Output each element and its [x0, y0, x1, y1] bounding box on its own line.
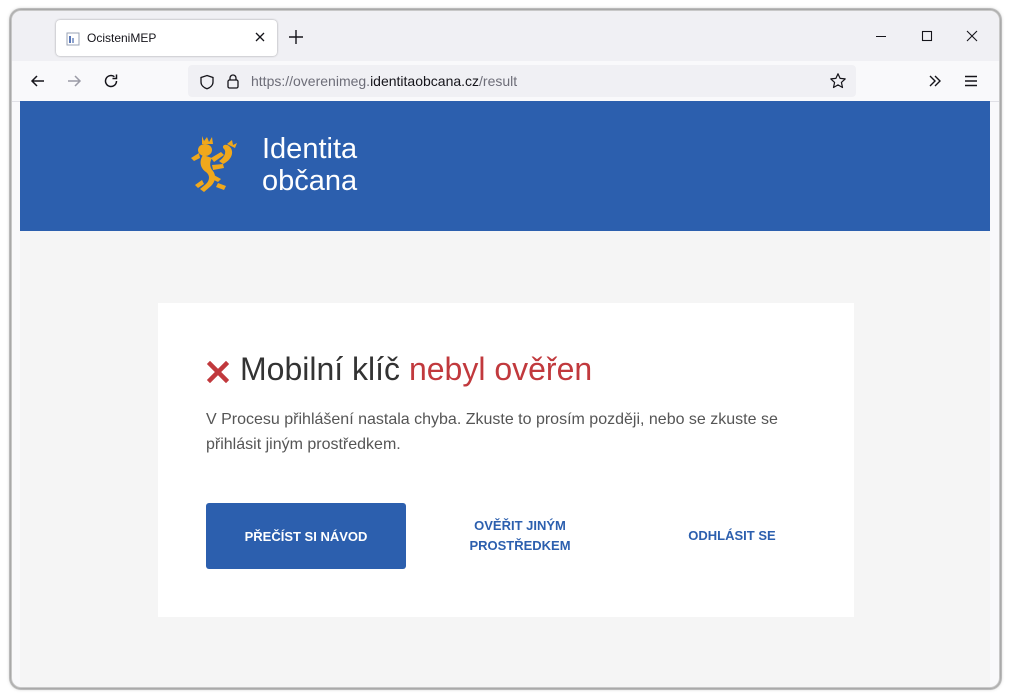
verify-other-method-button[interactable]: OVĚŘIT JINÝM PROSTŘEDKEM — [440, 503, 600, 569]
title-normal-text: Mobilní klíč — [240, 351, 401, 387]
reload-icon[interactable] — [101, 71, 121, 91]
error-description: V Procesu přihlášení nastala chyba. Zkus… — [206, 411, 778, 453]
overflow-chevrons-icon[interactable] — [925, 71, 945, 91]
tab-title: OcisteniMEP — [87, 31, 157, 45]
minimize-icon[interactable] — [872, 27, 890, 45]
read-guide-button[interactable]: PŘEČÍST SI NÁVOD — [206, 503, 406, 569]
url-host: identitaobcana.cz — [370, 73, 480, 89]
brand-name[interactable]: Identita občana — [262, 133, 357, 197]
browser-tab[interactable]: OcisteniMEP — [56, 20, 277, 56]
maximize-icon[interactable] — [918, 27, 936, 45]
error-x-icon — [207, 361, 229, 383]
close-window-icon[interactable] — [963, 27, 981, 45]
brand-line-2: občana — [262, 165, 358, 197]
navigation-toolbar: https://overenimeg.identitaobcana.cz/res… — [12, 61, 999, 102]
url-prefix: https://overenimeg. — [251, 73, 371, 89]
logout-button[interactable]: ODHLÁSIT SE — [662, 503, 802, 569]
tab-bar: OcisteniMEP — [12, 11, 999, 61]
padlock-icon[interactable] — [225, 73, 241, 89]
verify-other-line-1: OVĚŘIT JINÝM — [474, 518, 566, 533]
page-content: Identita občana Mobilní klíč nebyl ověře… — [20, 101, 990, 687]
tracking-protection-shield-icon[interactable] — [199, 74, 215, 90]
result-card: Mobilní klíč nebyl ověřen V Procesu přih… — [158, 303, 854, 617]
site-header: Identita občana — [20, 101, 990, 231]
czech-lion-logo-icon[interactable] — [188, 134, 240, 196]
page-favicon-icon — [66, 32, 80, 46]
bookmark-star-icon[interactable] — [829, 72, 847, 90]
brand-line-1: Identita — [262, 133, 358, 165]
verify-other-line-2: PROSTŘEDKEM — [469, 538, 571, 553]
address-bar[interactable]: https://overenimeg.identitaobcana.cz/res… — [188, 65, 856, 97]
back-arrow-icon[interactable] — [28, 71, 48, 91]
tab-close-icon[interactable] — [252, 29, 268, 45]
forward-arrow-icon[interactable] — [64, 71, 84, 91]
url-text[interactable]: https://overenimeg.identitaobcana.cz/res… — [251, 73, 517, 89]
title-error-text: nebyl ověřen — [408, 351, 593, 387]
hamburger-menu-icon[interactable] — [961, 71, 981, 91]
new-tab-icon[interactable] — [286, 27, 306, 47]
url-path: /result — [479, 73, 518, 89]
result-title: Mobilní klíč nebyl ověřen — [240, 351, 592, 388]
browser-window: OcisteniMEP https://overenimeg.identitao… — [11, 10, 1000, 688]
